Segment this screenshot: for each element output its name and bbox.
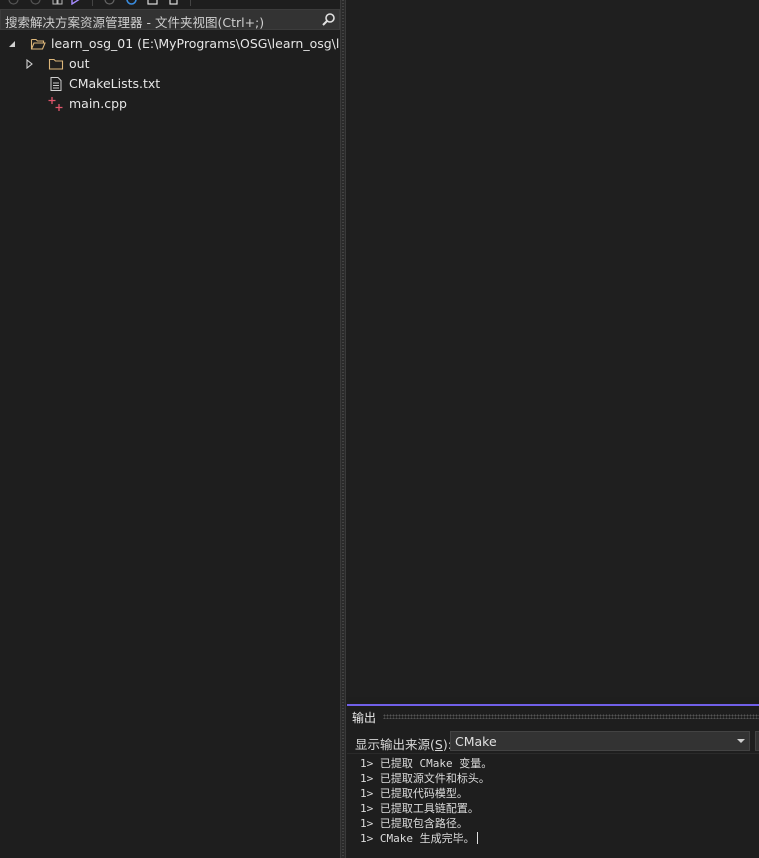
solution-explorer: 搜索解决方案资源管理器 - 文件夹视图(Ctrl+;) learn_osg_01… (0, 0, 340, 858)
back-icon[interactable] (8, 0, 19, 5)
explorer-toolbar (0, 0, 340, 8)
toolbar-separator (190, 0, 191, 6)
collapse-all-icon[interactable] (147, 0, 158, 5)
home-icon[interactable] (52, 0, 63, 5)
folder-icon (48, 58, 64, 70)
show-all-files-icon[interactable] (168, 0, 179, 5)
explorer-search-box[interactable]: 搜索解决方案资源管理器 - 文件夹视图(Ctrl+;) (0, 9, 340, 30)
output-line-last: 1> CMake 生成完毕。 (360, 830, 478, 846)
output-source-row: 显示输出来源(S): CMake (347, 730, 759, 752)
search-placeholder: 搜索解决方案资源管理器 - 文件夹视图(Ctrl+;) (5, 15, 265, 30)
output-title-bar[interactable]: 输出 (347, 706, 759, 727)
tree-item-main-cpp[interactable]: main.cpp (0, 94, 340, 114)
splitter-grip (342, 0, 344, 858)
tree-item-root-folder[interactable]: learn_osg_01 (E:\MyPrograms\OSG\learn_os… (0, 34, 340, 54)
output-source-label: 显示输出来源(S): (355, 737, 452, 752)
toolbar-separator (92, 0, 93, 6)
output-line: 1> 已提取源文件和标头。 (360, 772, 490, 785)
forward-icon[interactable] (30, 0, 41, 5)
tree-item-out-folder[interactable]: out (0, 54, 340, 74)
panel-splitter[interactable] (340, 0, 346, 858)
output-toolbar-button[interactable] (755, 731, 759, 751)
title-drag-grip[interactable] (383, 714, 759, 719)
chevron-down-icon (737, 739, 745, 743)
tree-item-label: CMakeLists.txt (69, 76, 161, 91)
open-folder-icon (30, 38, 46, 50)
switch-views-icon[interactable] (70, 0, 81, 5)
search-icon[interactable] (321, 12, 336, 27)
editor-area (347, 0, 759, 697)
output-text-area[interactable]: 1> 已提取 CMake 变量。 1> 已提取源文件和标头。 1> 已提取代码模… (347, 753, 759, 858)
text-file-icon (50, 77, 62, 91)
tree-item-label: main.cpp (69, 96, 127, 111)
collapsed-arrow-icon[interactable] (25, 59, 35, 69)
output-panel: 输出 显示输出来源(S): CMake 1> 已提取 CMake 变量。 1> … (347, 697, 759, 858)
text-caret (476, 832, 478, 844)
expanded-arrow-icon[interactable] (7, 39, 17, 49)
tree-item-label: out (69, 56, 90, 71)
output-line: 1> 已提取包含路径。 (360, 817, 468, 830)
tree-item-cmakelists[interactable]: CMakeLists.txt (0, 74, 340, 94)
output-line: 1> 已提取代码模型。 (360, 787, 468, 800)
pending-changes-icon[interactable] (104, 0, 115, 5)
new-file-icon (48, 97, 63, 111)
output-source-value: CMake (455, 734, 497, 749)
sync-icon[interactable] (126, 0, 137, 5)
tree-item-label: learn_osg_01 (E:\MyPrograms\OSG\learn_os… (51, 36, 340, 51)
output-line: 1> 已提取 CMake 变量。 (360, 757, 493, 770)
output-line: 1> 已提取工具链配置。 (360, 802, 479, 815)
output-source-dropdown[interactable]: CMake (450, 731, 750, 751)
output-title: 输出 (352, 711, 377, 725)
